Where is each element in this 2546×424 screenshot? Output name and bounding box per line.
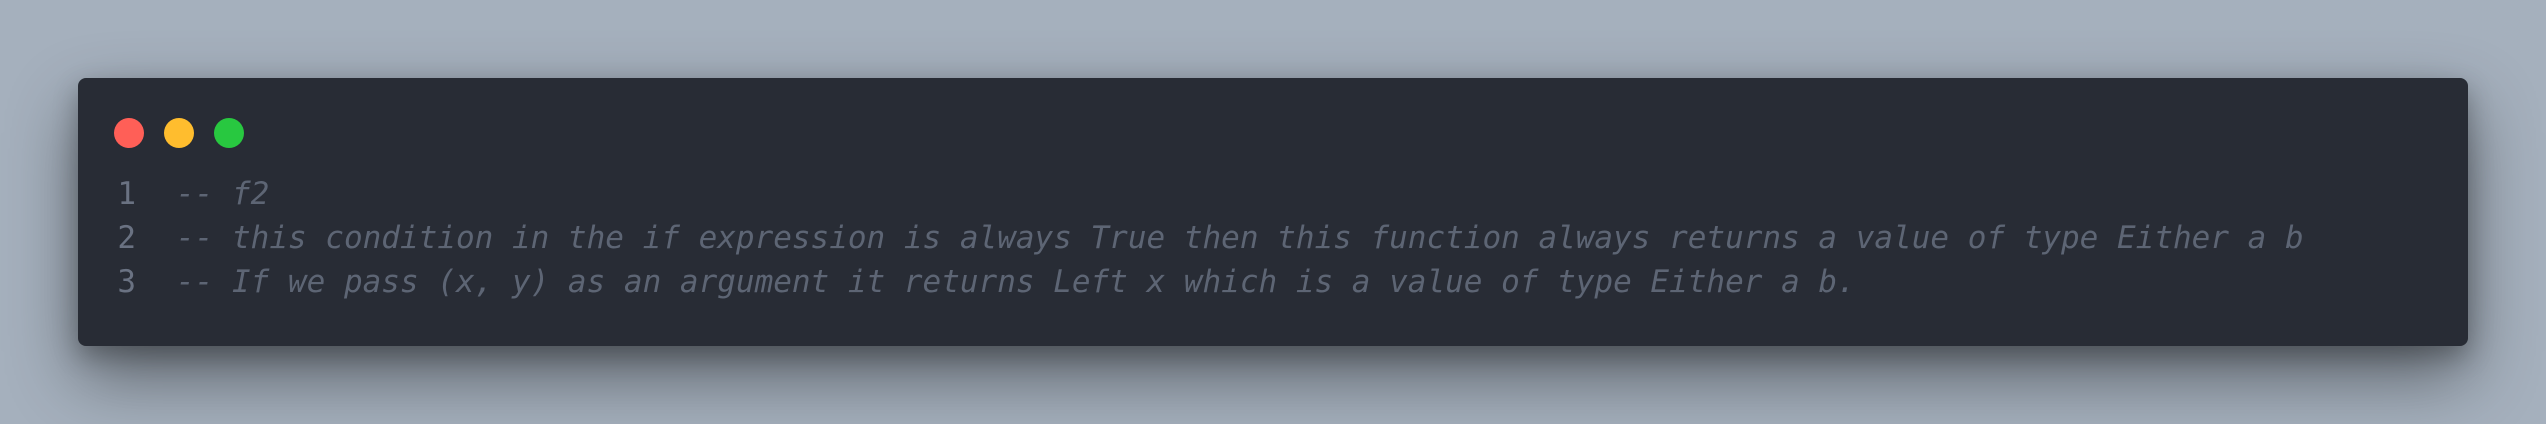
code-line: 1 -- f2: [78, 172, 2468, 216]
minimize-dot-icon[interactable]: [164, 118, 194, 148]
code-window: 1 -- f2 2 -- this condition in the if ex…: [78, 78, 2468, 346]
code-line: 3 -- If we pass (x, y) as an argument it…: [78, 260, 2468, 304]
maximize-dot-icon[interactable]: [214, 118, 244, 148]
code-block: 1 -- f2 2 -- this condition in the if ex…: [78, 172, 2468, 304]
code-comment: -- If we pass (x, y) as an argument it r…: [176, 264, 1856, 300]
close-dot-icon[interactable]: [114, 118, 144, 148]
code-line: 2 -- this condition in the if expression…: [78, 216, 2468, 260]
window-controls: [114, 118, 264, 148]
code-comment: -- f2: [176, 176, 270, 212]
line-number: 2: [117, 220, 136, 256]
code-comment: -- this condition in the if expression i…: [176, 220, 2304, 256]
line-number: 3: [117, 264, 136, 300]
line-number: 1: [117, 176, 136, 212]
